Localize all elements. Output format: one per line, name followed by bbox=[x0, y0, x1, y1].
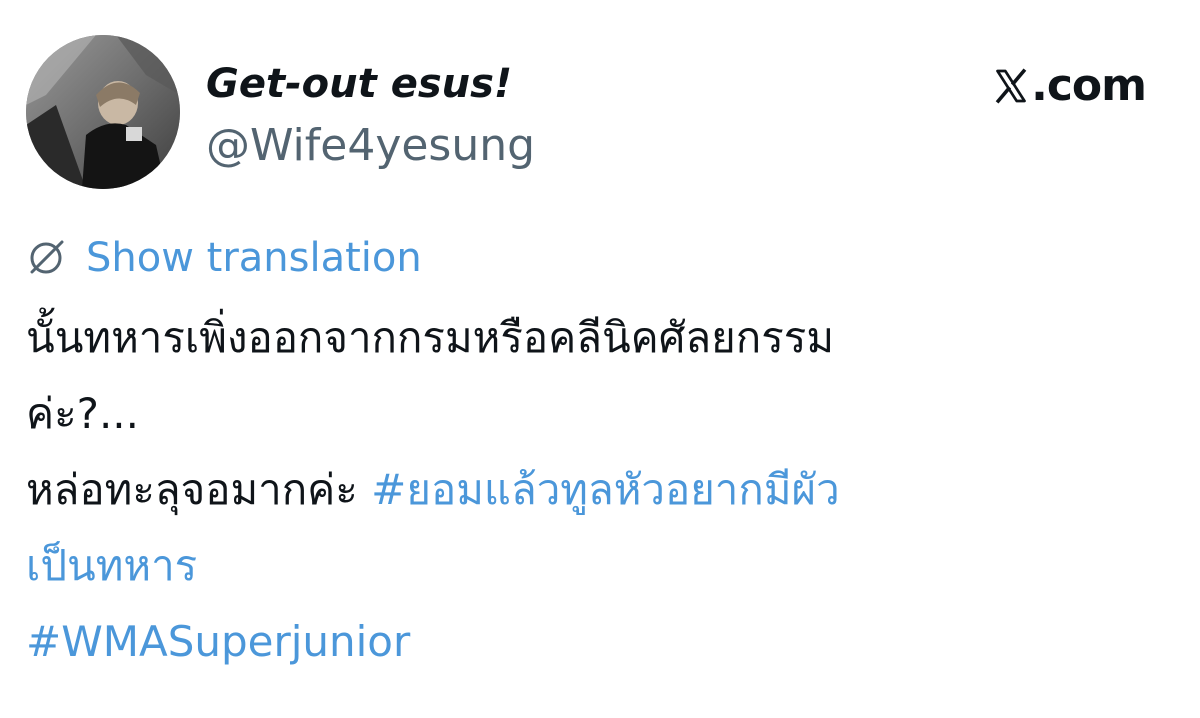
hashtag-link[interactable]: #WMASuperjunior bbox=[26, 604, 1156, 680]
brand-domain-text: .com bbox=[1031, 60, 1147, 111]
tweet-text-line: หล่อทะลุจอมากค่ะ #ยอมแล้วทูลหัวอยากมีผัว bbox=[26, 452, 1156, 528]
avatar[interactable] bbox=[26, 35, 180, 189]
show-translation-link[interactable]: Show translation bbox=[86, 230, 422, 286]
tweet-text: นั้นทหารเพิ่งออกจากกรมหรือคลีนิคศัลยกรรม… bbox=[26, 300, 1156, 680]
tweet-text-line: นั้นทหารเพิ่งออกจากกรมหรือคลีนิคศัลยกรรม bbox=[26, 313, 835, 362]
show-translation-button[interactable]: Show translation bbox=[26, 230, 422, 286]
globe-icon bbox=[30, 240, 64, 274]
x-logo-icon bbox=[995, 68, 1027, 104]
brand-watermark: .com bbox=[993, 58, 1147, 114]
avatar-photo bbox=[26, 35, 180, 189]
tweet-card: Get-out esus! @Wife4yesung .com Show tra… bbox=[0, 0, 1200, 718]
hashtag-link[interactable]: #ยอมแล้วทูลหัวอยากมีผัว bbox=[371, 465, 840, 514]
tweet-text-line: ค่ะ?... bbox=[26, 389, 139, 438]
author-handle[interactable]: @Wife4yesung bbox=[206, 118, 535, 174]
tweet-text-segment: หล่อทะลุจอมากค่ะ bbox=[26, 465, 372, 514]
hashtag-link-continuation[interactable]: เป็นทหาร bbox=[26, 528, 1156, 604]
author-display-name[interactable]: Get-out esus! bbox=[206, 56, 512, 112]
